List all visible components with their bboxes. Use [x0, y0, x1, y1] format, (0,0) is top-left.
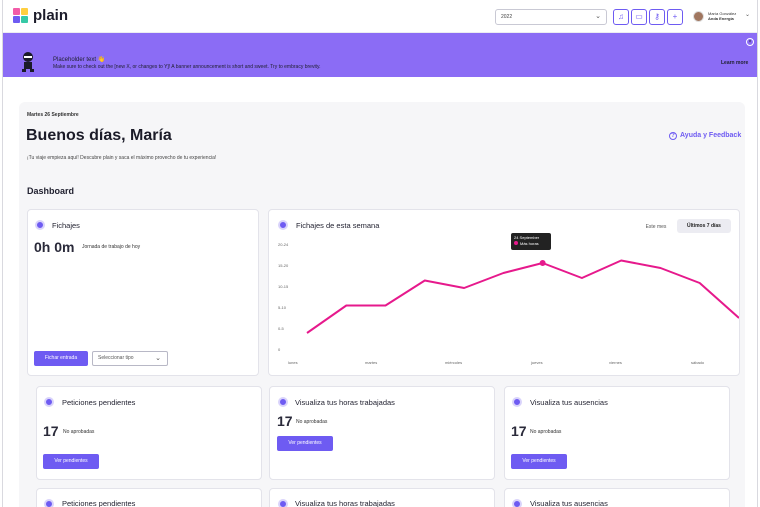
brand-name: plain: [33, 7, 69, 24]
learn-more-link[interactable]: Learn more: [721, 60, 748, 66]
x-tick: viernes: [609, 360, 622, 365]
tooltip-label: Más horas: [520, 241, 539, 246]
card-title: Visualiza tus ausencias: [530, 499, 608, 507]
pending-label: No aprobadas: [530, 429, 562, 435]
chevron-down-icon[interactable]: ⌄: [745, 11, 750, 18]
type-select-placeholder: Seleccionar tipo: [98, 355, 134, 361]
x-tick: miércoles: [445, 360, 463, 365]
clock-icon: [35, 220, 45, 230]
clock-in-button[interactable]: Fichar entrada: [34, 351, 88, 366]
tab-this-month[interactable]: Este mes: [638, 220, 674, 234]
close-icon[interactable]: ×: [746, 38, 754, 46]
clock-icon: [44, 499, 54, 507]
chart-tooltip: 24 September Más horas: [511, 233, 551, 250]
announcement-banner: [3, 33, 757, 77]
view-pending-button[interactable]: Ver pendientes: [511, 454, 567, 469]
help-label: Ayuda y Feedback: [680, 132, 742, 139]
view-pending-button[interactable]: Ver pendientes: [277, 436, 333, 451]
bell-icon[interactable]: ♫: [613, 9, 629, 25]
page-subtitle: ¡Tu viaje empieza aquí! Descubre plain y…: [27, 155, 217, 161]
view-pending-button[interactable]: Ver pendientes: [43, 454, 99, 469]
clock-icon: [44, 397, 54, 407]
card-title: Peticiones pendientes: [62, 398, 136, 407]
clock-icon: [512, 397, 522, 407]
card-title: Visualiza tus ausencias: [530, 398, 608, 407]
clock-icon: [278, 499, 288, 507]
user-company: Anda Energía: [708, 16, 734, 21]
card-title: Fichajes de esta semana: [296, 221, 380, 230]
x-tick: sábado: [691, 360, 705, 365]
add-user-icon[interactable]: +: [667, 9, 683, 25]
x-tick: jueves: [531, 360, 543, 365]
data-point[interactable]: [539, 260, 546, 266]
card-title: Peticiones pendientes: [62, 499, 136, 507]
clock-icon: [512, 499, 522, 507]
year-value: 2022: [501, 14, 513, 20]
hours-worked: 0h 0m: [34, 239, 75, 255]
key-icon[interactable]: ⚷: [649, 9, 665, 25]
user-info[interactable]: María González Anda Energía: [708, 11, 736, 21]
card-title: Visualiza tus horas trabajadas: [295, 398, 395, 407]
legend-dot-icon: [514, 241, 518, 245]
banner-title: Placeholder text 👋: [53, 57, 106, 63]
type-select[interactable]: Seleccionar tipo ⌄: [92, 351, 168, 366]
question-icon: ?: [669, 132, 677, 140]
pending-count: 17: [43, 423, 59, 439]
series-line: [306, 259, 739, 334]
current-date: Martes 26 Septiembre: [27, 112, 79, 118]
clock-icon: [278, 220, 288, 230]
x-tick: lunes: [288, 360, 298, 365]
hours-label: Jornada de trabajo de hoy: [82, 244, 141, 250]
top-bar: plain 2022 ⌄ ♫ ▭ ⚷ + María González Anda E…: [3, 0, 757, 33]
x-tick: martes: [365, 360, 378, 365]
clock-icon: [278, 397, 288, 407]
ninja-mascot-icon: [22, 52, 34, 72]
avatar[interactable]: [693, 11, 704, 22]
tab-last-7-days[interactable]: Últimos 7 días: [677, 219, 731, 233]
year-select[interactable]: 2022 ⌄: [495, 9, 607, 25]
pending-label: No aprobadas: [296, 419, 328, 425]
pending-label: No aprobadas: [63, 429, 95, 435]
pending-count: 17: [277, 413, 293, 429]
inbox-icon[interactable]: ▭: [631, 9, 647, 25]
pending-count: 17: [511, 423, 527, 439]
app-frame: plain 2022 ⌄ ♫ ▭ ⚷ + María González Anda E…: [2, 0, 758, 507]
card-title: Fichajes: [52, 221, 80, 230]
page-title: Buenos días, María: [26, 127, 172, 144]
card-title: Visualiza tus horas trabajadas: [295, 499, 395, 507]
banner-text: Make sure to check out the [new X, or ch…: [53, 64, 321, 70]
section-title: Dashboard: [27, 186, 75, 196]
chevron-down-icon: ⌄: [595, 13, 601, 20]
chevron-down-icon: ⌄: [155, 355, 161, 362]
week-line-chart: [306, 259, 739, 334]
plain-logo[interactable]: [13, 8, 28, 23]
help-feedback-link[interactable]: ? Ayuda y Feedback: [669, 132, 741, 140]
